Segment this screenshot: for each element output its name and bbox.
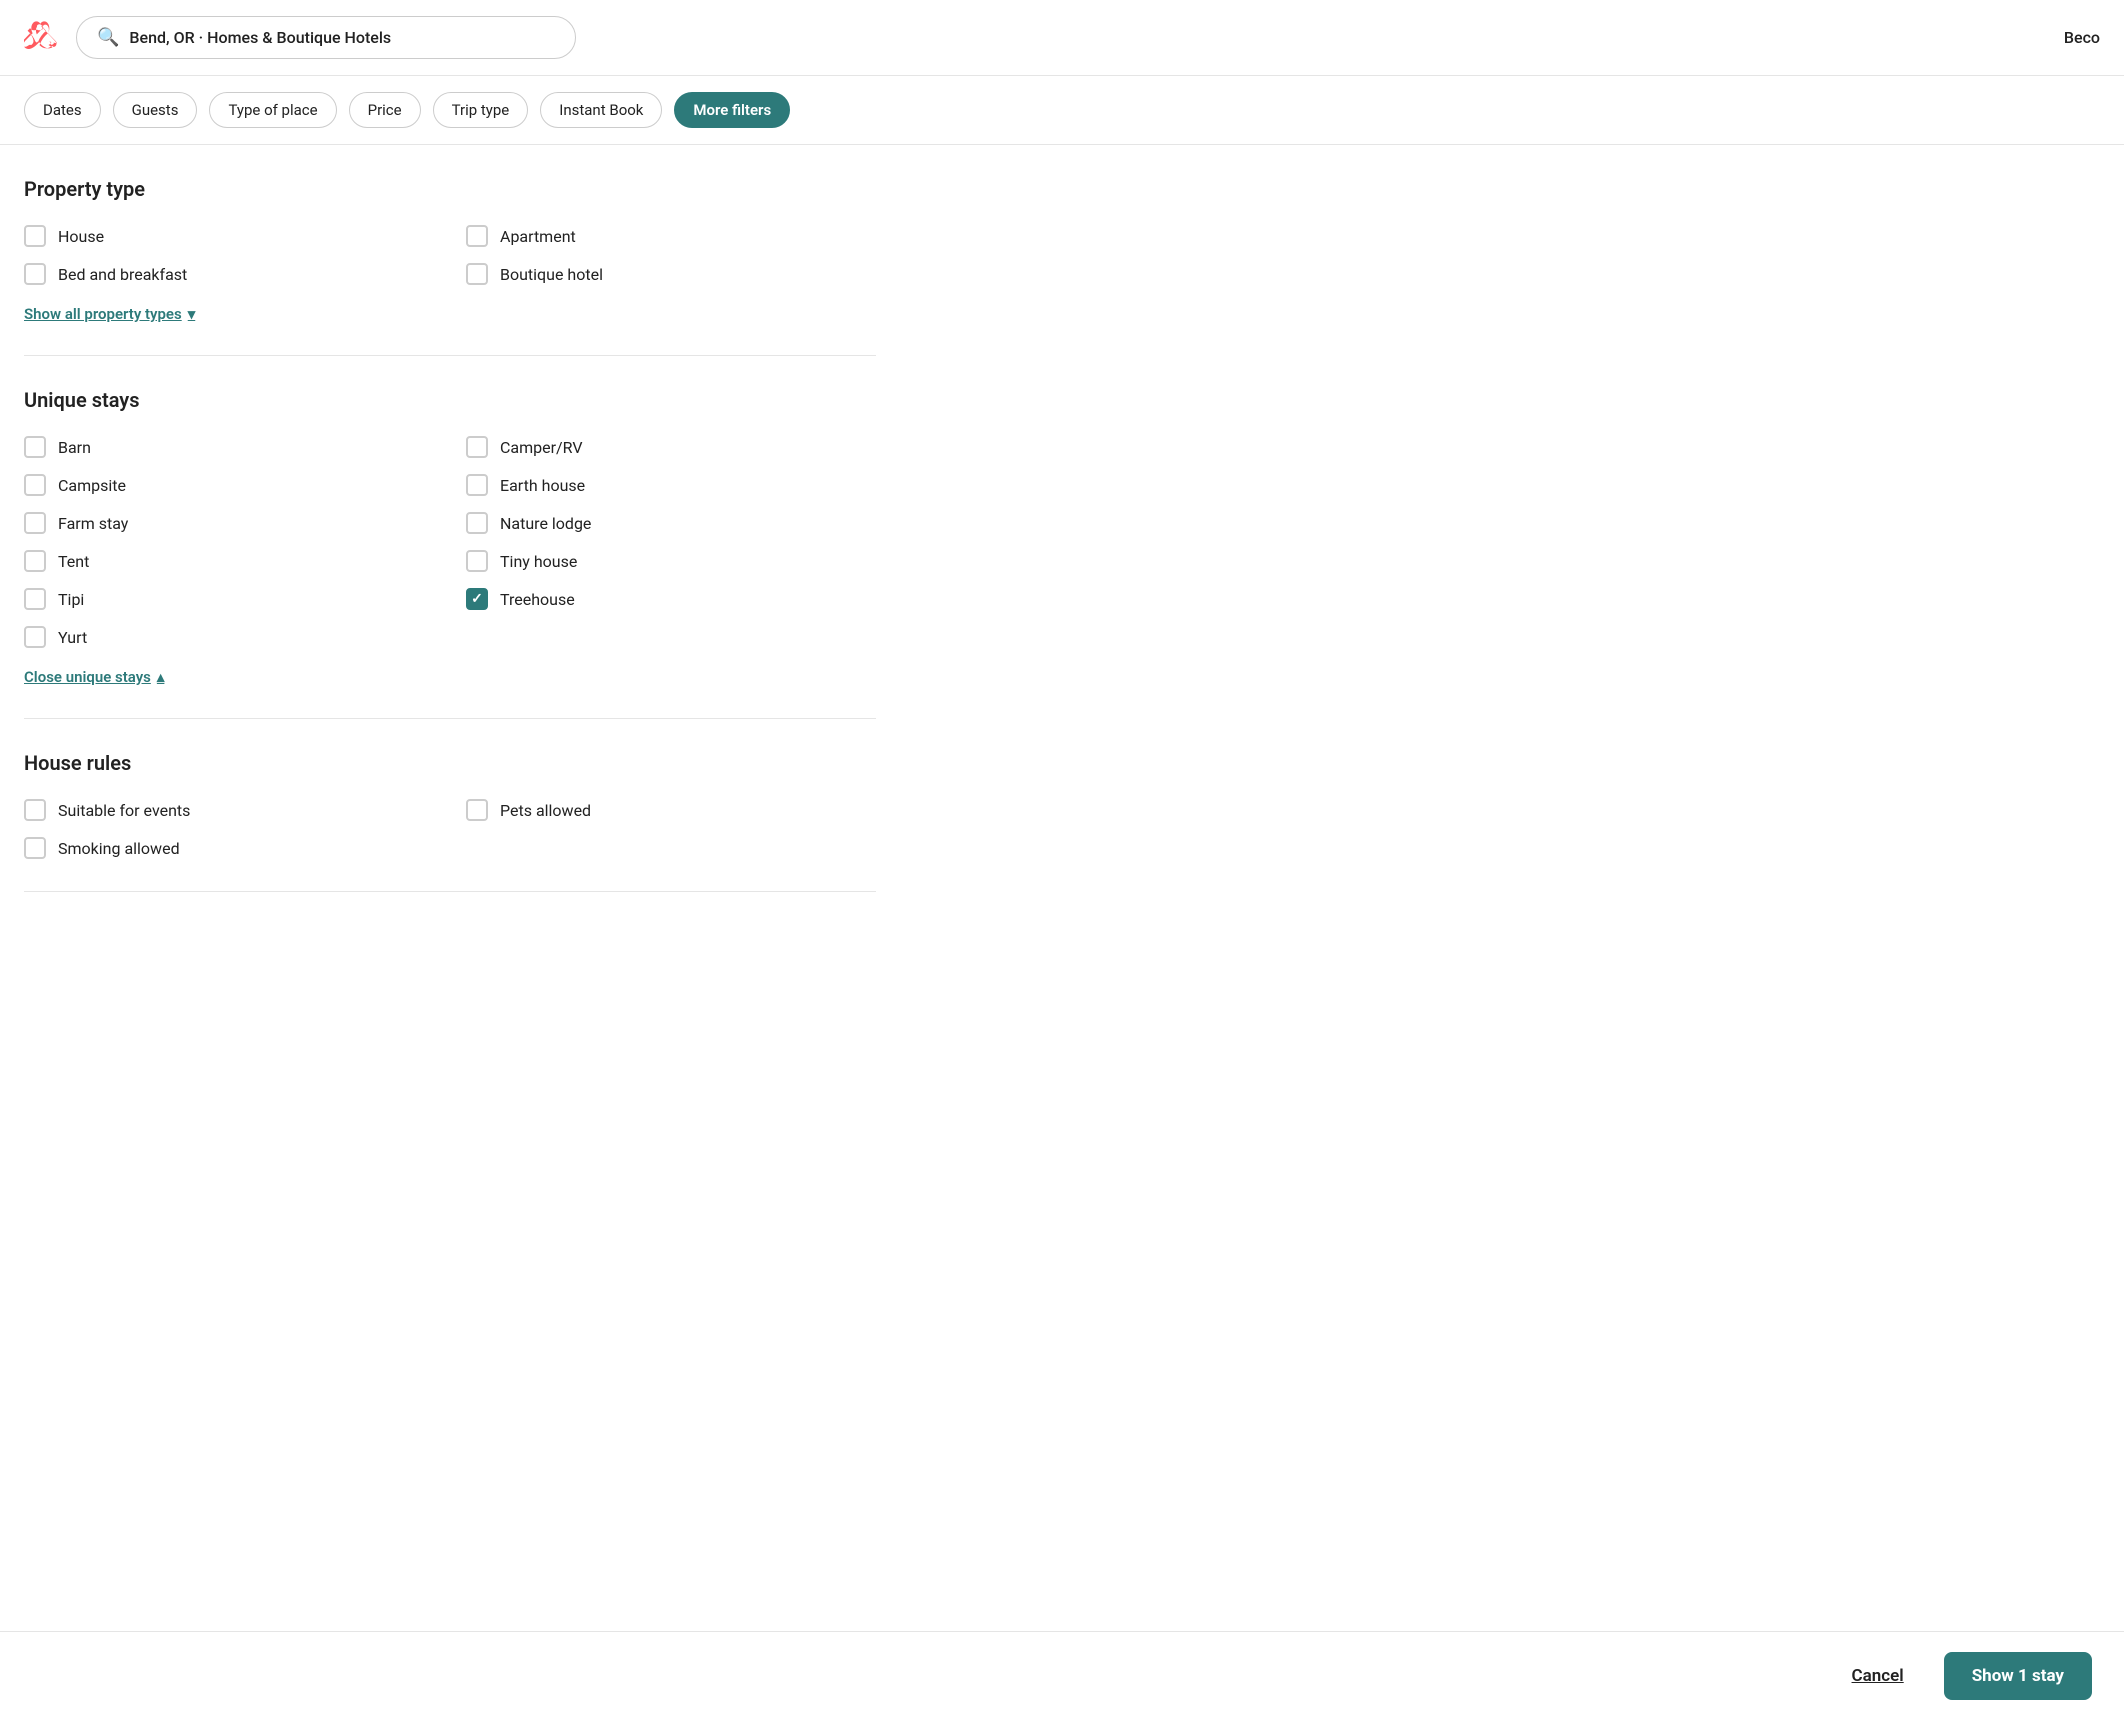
checkbox-tent-box (24, 550, 46, 572)
filter-price[interactable]: Price (349, 92, 421, 128)
show-all-property-types[interactable]: Show all property types ▾ (24, 305, 195, 323)
filter-guests[interactable]: Guests (113, 92, 198, 128)
header: 🔍 Bend, OR · Homes & Boutique Hotels Bec… (0, 0, 2124, 76)
checkbox-campsite-label: Campsite (58, 476, 126, 495)
filter-trip-type[interactable]: Trip type (433, 92, 529, 128)
checkbox-apartment-box (466, 225, 488, 247)
checkbox-earth-house[interactable]: Earth house (466, 474, 876, 496)
checkbox-barn[interactable]: Barn (24, 436, 434, 458)
checkbox-yurt[interactable]: Yurt (24, 626, 434, 648)
divider-2 (24, 718, 876, 719)
checkbox-treehouse[interactable]: Treehouse (466, 588, 876, 610)
checkbox-tiny-house-box (466, 550, 488, 572)
footer: Cancel Show 1 stay (0, 1631, 2124, 1720)
filter-instant-book[interactable]: Instant Book (540, 92, 662, 128)
checkbox-yurt-label: Yurt (58, 628, 87, 647)
house-rules-title: House rules (24, 751, 876, 775)
checkbox-nature-lodge-label: Nature lodge (500, 514, 591, 533)
checkbox-smoking-allowed-label: Smoking allowed (58, 839, 180, 858)
property-type-title: Property type (24, 177, 876, 201)
checkbox-tipi[interactable]: Tipi (24, 588, 434, 610)
checkbox-yurt-box (24, 626, 46, 648)
checkbox-tipi-label: Tipi (58, 590, 84, 609)
checkbox-pets-allowed-label: Pets allowed (500, 801, 591, 820)
close-unique-stays[interactable]: Close unique stays ▴ (24, 668, 164, 686)
checkbox-treehouse-label: Treehouse (500, 590, 575, 609)
show-stays-button[interactable]: Show 1 stay (1944, 1652, 2092, 1700)
checkbox-house-label: House (58, 227, 104, 246)
property-type-section: Property type House Apartment Bed and br… (24, 177, 876, 323)
checkbox-farm-stay[interactable]: Farm stay (24, 512, 434, 534)
checkbox-suitable-for-events-box (24, 799, 46, 821)
checkbox-barn-label: Barn (58, 438, 91, 457)
checkbox-suitable-for-events[interactable]: Suitable for events (24, 799, 434, 821)
checkbox-treehouse-box (466, 588, 488, 610)
filter-dates[interactable]: Dates (24, 92, 101, 128)
checkbox-tiny-house[interactable]: Tiny house (466, 550, 876, 572)
checkbox-tent-label: Tent (58, 552, 89, 571)
divider-1 (24, 355, 876, 356)
checkbox-boutique-hotel[interactable]: Boutique hotel (466, 263, 876, 285)
checkbox-boutique-hotel-label: Boutique hotel (500, 265, 603, 284)
checkbox-campsite-box (24, 474, 46, 496)
search-bar[interactable]: 🔍 Bend, OR · Homes & Boutique Hotels (76, 16, 576, 59)
checkbox-camper-rv[interactable]: Camper/RV (466, 436, 876, 458)
divider-3 (24, 891, 876, 892)
airbnb-logo (24, 18, 60, 58)
filter-type-of-place[interactable]: Type of place (209, 92, 336, 128)
main-content: Property type House Apartment Bed and br… (0, 145, 900, 956)
checkbox-boutique-hotel-box (466, 263, 488, 285)
checkbox-tiny-house-label: Tiny house (500, 552, 577, 571)
user-name: Beco (2064, 28, 2100, 47)
chevron-up-icon: ▴ (157, 668, 165, 686)
cancel-button[interactable]: Cancel (1832, 1654, 1924, 1698)
checkbox-house-box (24, 225, 46, 247)
checkbox-bed-and-breakfast-label: Bed and breakfast (58, 265, 187, 284)
checkbox-farm-stay-label: Farm stay (58, 514, 128, 533)
house-rules-section: House rules Suitable for events Pets all… (24, 751, 876, 859)
checkbox-campsite[interactable]: Campsite (24, 474, 434, 496)
checkbox-suitable-for-events-label: Suitable for events (58, 801, 190, 820)
checkbox-nature-lodge-box (466, 512, 488, 534)
filter-bar: Dates Guests Type of place Price Trip ty… (0, 76, 2124, 145)
checkbox-earth-house-box (466, 474, 488, 496)
checkbox-farm-stay-box (24, 512, 46, 534)
checkbox-barn-box (24, 436, 46, 458)
checkbox-smoking-allowed-box (24, 837, 46, 859)
checkbox-tipi-box (24, 588, 46, 610)
checkbox-smoking-allowed[interactable]: Smoking allowed (24, 837, 434, 859)
unique-stays-section: Unique stays Barn Camper/RV Campsite Ear… (24, 388, 876, 686)
checkbox-camper-rv-label: Camper/RV (500, 438, 583, 457)
checkbox-bed-and-breakfast-box (24, 263, 46, 285)
checkbox-camper-rv-box (466, 436, 488, 458)
checkbox-pets-allowed-box (466, 799, 488, 821)
checkbox-bed-and-breakfast[interactable]: Bed and breakfast (24, 263, 434, 285)
property-type-grid: House Apartment Bed and breakfast Boutiq… (24, 225, 876, 285)
checkbox-pets-allowed[interactable]: Pets allowed (466, 799, 876, 821)
checkbox-tent[interactable]: Tent (24, 550, 434, 572)
unique-stays-title: Unique stays (24, 388, 876, 412)
house-rules-grid: Suitable for events Pets allowed Smoking… (24, 799, 876, 859)
chevron-down-icon: ▾ (188, 305, 196, 323)
checkbox-apartment[interactable]: Apartment (466, 225, 876, 247)
checkbox-house[interactable]: House (24, 225, 434, 247)
search-text: Bend, OR · Homes & Boutique Hotels (129, 28, 391, 47)
unique-stays-grid: Barn Camper/RV Campsite Earth house Farm… (24, 436, 876, 648)
checkbox-nature-lodge[interactable]: Nature lodge (466, 512, 876, 534)
checkbox-earth-house-label: Earth house (500, 476, 585, 495)
filter-more-filters[interactable]: More filters (674, 92, 790, 128)
checkbox-apartment-label: Apartment (500, 227, 576, 246)
search-icon: 🔍 (97, 27, 119, 48)
